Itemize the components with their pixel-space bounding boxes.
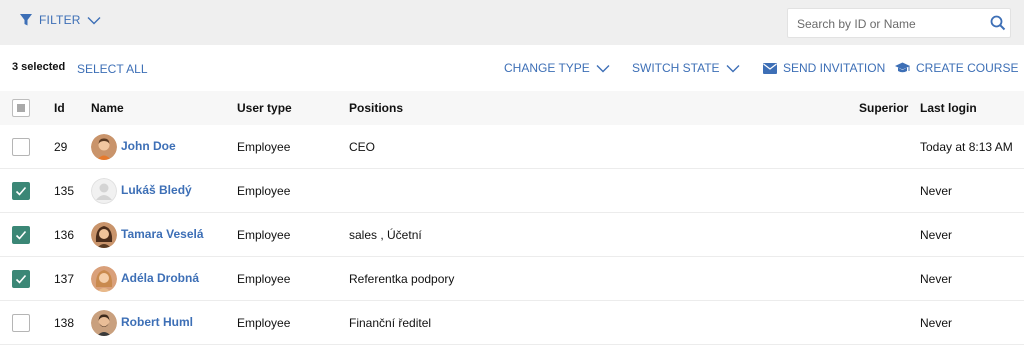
filter-button[interactable]: FILTER: [19, 13, 101, 27]
selected-count: 3 selected: [12, 61, 66, 73]
search-box: [787, 8, 1011, 38]
table-row[interactable]: 29 John Doe Employee CEO Today at 8:13 A…: [0, 125, 1024, 169]
column-header-id[interactable]: Id: [54, 101, 65, 115]
user-name-link[interactable]: Robert Huml: [121, 315, 193, 329]
select-all-checkbox[interactable]: [12, 99, 30, 117]
row-positions: Referentka podpory: [349, 272, 455, 286]
row-last-login: Never: [920, 272, 953, 286]
table-header: Id Name User type Positions Superior Las…: [0, 91, 1024, 125]
column-header-last-login[interactable]: Last login: [920, 101, 977, 115]
switch-state-button[interactable]: SWITCH STATE: [632, 61, 740, 75]
row-id: 138: [54, 316, 75, 330]
row-id: 137: [54, 272, 75, 286]
row-checkbox[interactable]: [12, 226, 30, 244]
user-name-link[interactable]: Tamara Veselá: [121, 227, 204, 241]
woman-blonde-avatar: [91, 266, 117, 292]
envelope-icon: [763, 62, 777, 74]
bulk-actions-bar: 3 selected SELECT ALL CHANGE TYPE SWITCH…: [0, 45, 1024, 91]
row-id: 136: [54, 228, 75, 242]
row-positions: CEO: [349, 140, 376, 154]
woman-avatar: [91, 222, 117, 248]
column-header-superior[interactable]: Superior: [859, 101, 908, 115]
create-course-button[interactable]: CREATE COURSE: [895, 61, 1018, 75]
checkmark-icon: [15, 186, 27, 196]
row-user-type: Employee: [237, 140, 291, 154]
change-type-label: CHANGE TYPE: [504, 61, 590, 75]
row-id: 135: [54, 184, 75, 198]
switch-state-label: SWITCH STATE: [632, 61, 720, 75]
row-user-type: Employee: [237, 228, 291, 242]
placeholder-avatar: [91, 178, 117, 204]
table-row[interactable]: 138 Robert Huml Employee Finanční ředite…: [0, 301, 1024, 345]
graduation-cap-icon: [895, 62, 910, 73]
column-header-name[interactable]: Name: [91, 101, 124, 115]
column-header-positions[interactable]: Positions: [349, 101, 403, 115]
row-positions: Finanční ředitel: [349, 316, 432, 330]
checkmark-icon: [15, 230, 27, 240]
user-name-link[interactable]: Adéla Drobná: [121, 271, 199, 285]
table-row[interactable]: 135 Lukáš Bledý Employee Never: [0, 169, 1024, 213]
row-id: 29: [54, 140, 68, 154]
search-icon[interactable]: [990, 15, 1006, 31]
chevron-down-icon: [87, 16, 101, 24]
create-course-label: CREATE COURSE: [916, 61, 1019, 75]
top-bar: FILTER: [0, 0, 1024, 45]
user-name-link[interactable]: Lukáš Bledý: [121, 183, 192, 197]
column-header-user-type[interactable]: User type: [237, 101, 292, 115]
bearded-man-avatar: [91, 310, 117, 336]
send-invitation-label: SEND INVITATION: [783, 61, 886, 75]
checkmark-icon: [15, 274, 27, 284]
row-last-login: Never: [920, 228, 953, 242]
row-user-type: Employee: [237, 184, 291, 198]
filter-icon: [20, 14, 32, 26]
search-input[interactable]: [797, 15, 977, 33]
row-user-type: Employee: [237, 316, 291, 330]
row-checkbox[interactable]: [12, 270, 30, 288]
row-positions: sales , Účetní: [349, 228, 422, 242]
row-last-login: Today at 8:13 AM: [920, 140, 1013, 154]
chevron-down-icon: [596, 64, 610, 72]
man-avatar: [91, 134, 117, 160]
select-all-button[interactable]: SELECT ALL: [77, 62, 148, 76]
table-row[interactable]: 137 Adéla Drobná Employee Referentka pod…: [0, 257, 1024, 301]
user-name-link[interactable]: John Doe: [121, 139, 176, 153]
row-last-login: Never: [920, 184, 953, 198]
row-checkbox[interactable]: [12, 138, 30, 156]
send-invitation-button[interactable]: SEND INVITATION: [763, 61, 885, 75]
change-type-button[interactable]: CHANGE TYPE: [504, 61, 610, 75]
row-checkbox[interactable]: [12, 182, 30, 200]
filter-label: FILTER: [39, 13, 81, 27]
row-checkbox[interactable]: [12, 314, 30, 332]
table-row[interactable]: 136 Tamara Veselá Employee sales , Účetn…: [0, 213, 1024, 257]
row-user-type: Employee: [237, 272, 291, 286]
row-last-login: Never: [920, 316, 953, 330]
chevron-down-icon: [726, 64, 740, 72]
